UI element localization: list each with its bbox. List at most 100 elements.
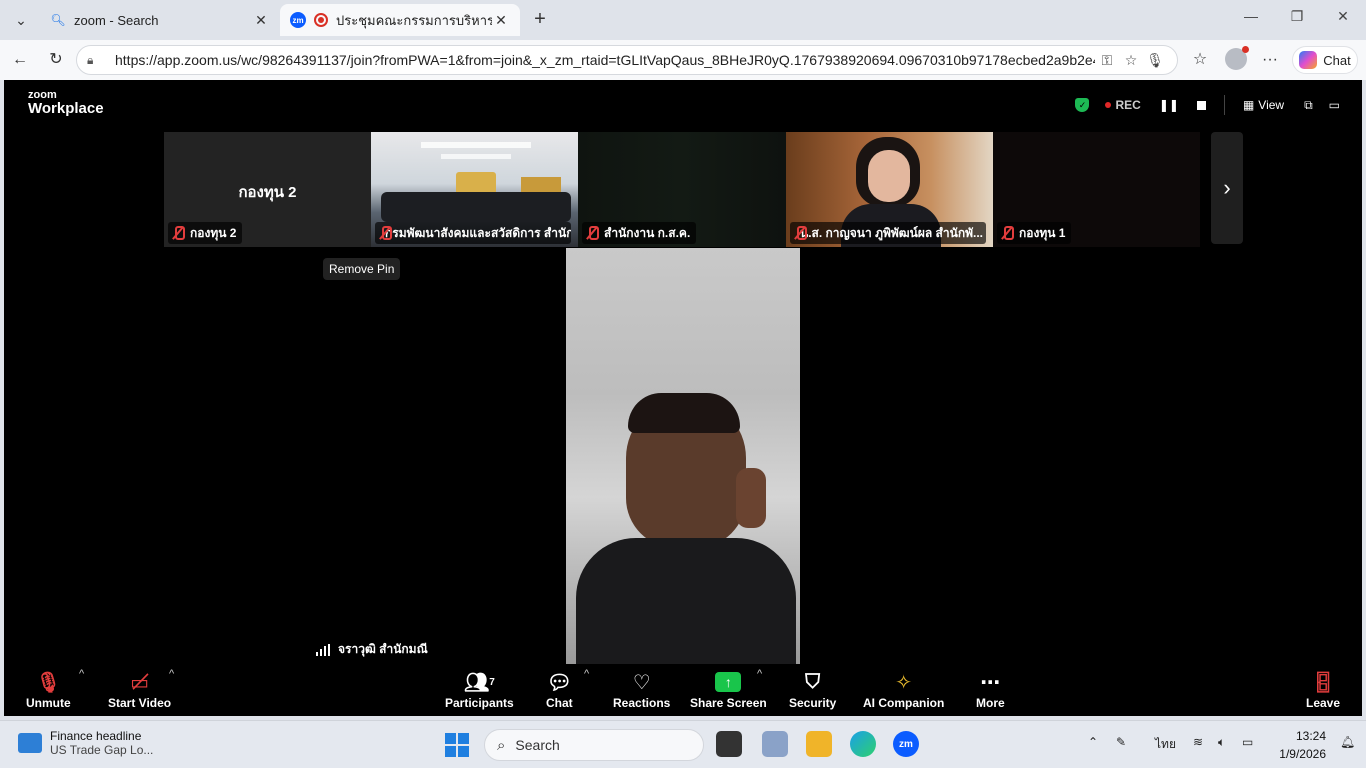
security-shield-icon: ⛉ [805,670,821,693]
grid-icon: ▦ [1242,98,1255,112]
participant-tile[interactable]: น.ส. กาญจนา ภูพิพัฒน์ผล สำนักพั... [786,132,993,247]
key-icon[interactable]: ⚿ [1095,52,1119,69]
muted-mic-icon [172,226,185,240]
participant-label: กองทุน 1 [997,222,1072,244]
notifications-icon[interactable]: 🔔︎ [1340,735,1355,749]
more-menu-icon[interactable]: ··· [1258,48,1282,72]
fullscreen-icon[interactable]: ▭ [1329,98,1340,112]
video-feed-speaker [566,248,800,664]
view-button[interactable]: ▦ View [1243,98,1284,112]
muted-mic-icon [1001,226,1014,240]
share-options-caret-icon[interactable]: ^ [757,668,762,680]
address-bar[interactable]: 🔒︎ https://app.zoom.us/wc/98264391137/jo… [76,45,1178,75]
minimize-button[interactable]: — [1228,8,1274,24]
share-screen-button[interactable]: ↑ Share Screen [690,668,767,710]
taskbar-search[interactable]: ⌕ Search [484,729,704,761]
language-indicator[interactable]: ไทย [1155,735,1176,754]
participant-tile[interactable]: กรมพัฒนาสังคมและสวัสดิการ สำนักง... [371,132,578,247]
tab-zoom-meeting[interactable]: zm ประชุมคณะกรรมการบริหารกองทุน... ✕ [280,4,520,36]
favorite-star-icon[interactable]: ☆ [1119,52,1143,69]
wifi-icon[interactable]: ≋ [1193,735,1203,749]
next-page-chevron-icon[interactable]: › [1211,132,1243,244]
meeting-toolbar: 🎙︎ Unmute ^ ▭̸ Start Video ^ 👥︎ 7 Partici… [4,664,1362,716]
file-explorer-icon[interactable] [806,731,832,757]
search-icon: ⌕ [497,736,506,754]
tab-actions-menu[interactable]: ⌄ [8,7,34,33]
unmute-button[interactable]: 🎙︎ Unmute [26,668,71,711]
participant-label: น.ส. กาญจนา ภูพิพัฒน์ผล สำนักพั... [790,222,986,244]
search-icon: 🔍︎ [50,13,66,27]
tab-zoom-search[interactable]: 🔍︎ zoom - Search ✕ [40,4,280,36]
participants-button[interactable]: 👥︎ 7 Participants [445,668,514,711]
signal-bars-icon [316,643,332,656]
site-info-icon[interactable]: 🔒︎ [87,53,105,68]
show-hidden-icons-chevron-icon[interactable]: ⌃ [1088,735,1098,749]
security-button[interactable]: ⛉ Security [789,668,836,711]
microphone-icon[interactable]: 🎙︎ [1143,52,1167,69]
restore-button[interactable]: ❐ [1274,8,1320,25]
task-view-icon[interactable] [716,731,742,757]
news-title: Finance headline [50,729,142,743]
chat-bubble-icon: 💬︎ [546,671,573,694]
stop-recording-icon[interactable] [1196,100,1206,110]
audio-options-caret-icon[interactable]: ^ [79,668,84,680]
muted-microphone-icon: 🎙︎ [35,671,62,694]
copilot-chat-button[interactable]: Chat [1292,46,1358,74]
edge-browser-icon[interactable] [850,731,876,757]
battery-icon[interactable]: ▭ [1242,735,1253,749]
more-button[interactable]: ⋯ More [976,668,1005,711]
chat-options-caret-icon[interactable]: ^ [584,668,589,680]
start-video-button[interactable]: ▭̸ Start Video [108,668,171,711]
video-off-icon: ▭̸ [130,671,150,694]
browser-tab-strip: ⌄ 🔍︎ zoom - Search ✕ zm ประชุมคณะกรรมการ… [0,0,1366,40]
copilot-icon [1299,51,1318,69]
zoom-app-icon[interactable]: zm [893,731,919,757]
remove-pin-tooltip: Remove Pin [323,258,401,280]
zoom-logo: zoom Workplace [28,89,104,117]
tab-title: ประชุมคณะกรรมการบริหารกองทุน... [336,12,492,28]
clock-date: 1/9/2026 [1279,747,1326,761]
profile-avatar[interactable] [1225,46,1249,70]
participant-label: กองทุน 2 [168,222,243,244]
chat-label: Chat [1323,52,1351,68]
news-subtitle: US Trade Gap Lo... [50,743,154,757]
recording-dot-icon [1105,102,1112,108]
chat-button[interactable]: 💬︎ Chat [546,668,573,711]
rec-label: REC [1115,98,1141,112]
back-button[interactable]: ← [8,48,32,72]
minimize-view-icon[interactable]: ⧉ [1304,98,1313,113]
news-widget[interactable]: Finance headline US Trade Gap Lo... [18,729,153,757]
windows-start-icon[interactable] [445,733,469,757]
close-tab-icon[interactable]: ✕ [252,12,270,29]
leave-button[interactable]: 🚪︎ Leave [1306,668,1340,711]
participant-label: สำนักงาน ก.ส.ค. [582,222,697,244]
favorites-icon[interactable]: ☆ [1188,48,1212,72]
tab-title: zoom - Search [74,12,159,28]
participant-tile[interactable]: กองทุน 2 กองทุน 2 [164,132,371,247]
participant-tile[interactable]: กองทุน 1 [993,132,1200,247]
news-icon [18,733,42,753]
heart-icon: ♡ [632,671,651,694]
video-options-caret-icon[interactable]: ^ [169,668,174,680]
new-tab-button[interactable]: + [528,8,552,32]
participant-tile[interactable]: สำนักงาน ก.ส.ค. [578,132,786,247]
active-speaker-label: จราวุฒิ สำนักมณี [316,640,428,659]
meeting-top-controls: ✓ REC ❚❚ ▦ View ⧉ ▭ [1075,95,1362,115]
clock[interactable]: 13:24 1/9/2026 [1268,727,1326,763]
refresh-button[interactable]: ↻ [44,48,68,72]
pause-recording-icon[interactable]: ❚❚ [1159,98,1179,112]
ai-companion-button[interactable]: ✧ AI Companion [863,668,944,711]
sparkle-icon: ✧ [895,671,913,694]
close-tab-icon[interactable]: ✕ [492,12,510,29]
clock-time: 13:24 [1295,729,1326,743]
browser-toolbar: ← ↻ 🔒︎ https://app.zoom.us/wc/9826439113… [0,40,1366,80]
pinned-video[interactable] [566,248,800,664]
encryption-shield-icon[interactable]: ✓ [1075,98,1090,112]
close-window-button[interactable]: ✕ [1320,8,1366,25]
muted-mic-icon [586,226,599,240]
zoom-meeting: zoom Workplace ✓ REC ❚❚ ▦ View ⧉ ▭ กองทุ… [4,80,1362,716]
pen-icon[interactable]: ✎ [1116,735,1126,749]
speaker-muted-icon[interactable]: 🔈︎ [1218,735,1225,750]
app-icon[interactable] [762,731,788,757]
reactions-button[interactable]: ♡ Reactions [613,668,670,711]
